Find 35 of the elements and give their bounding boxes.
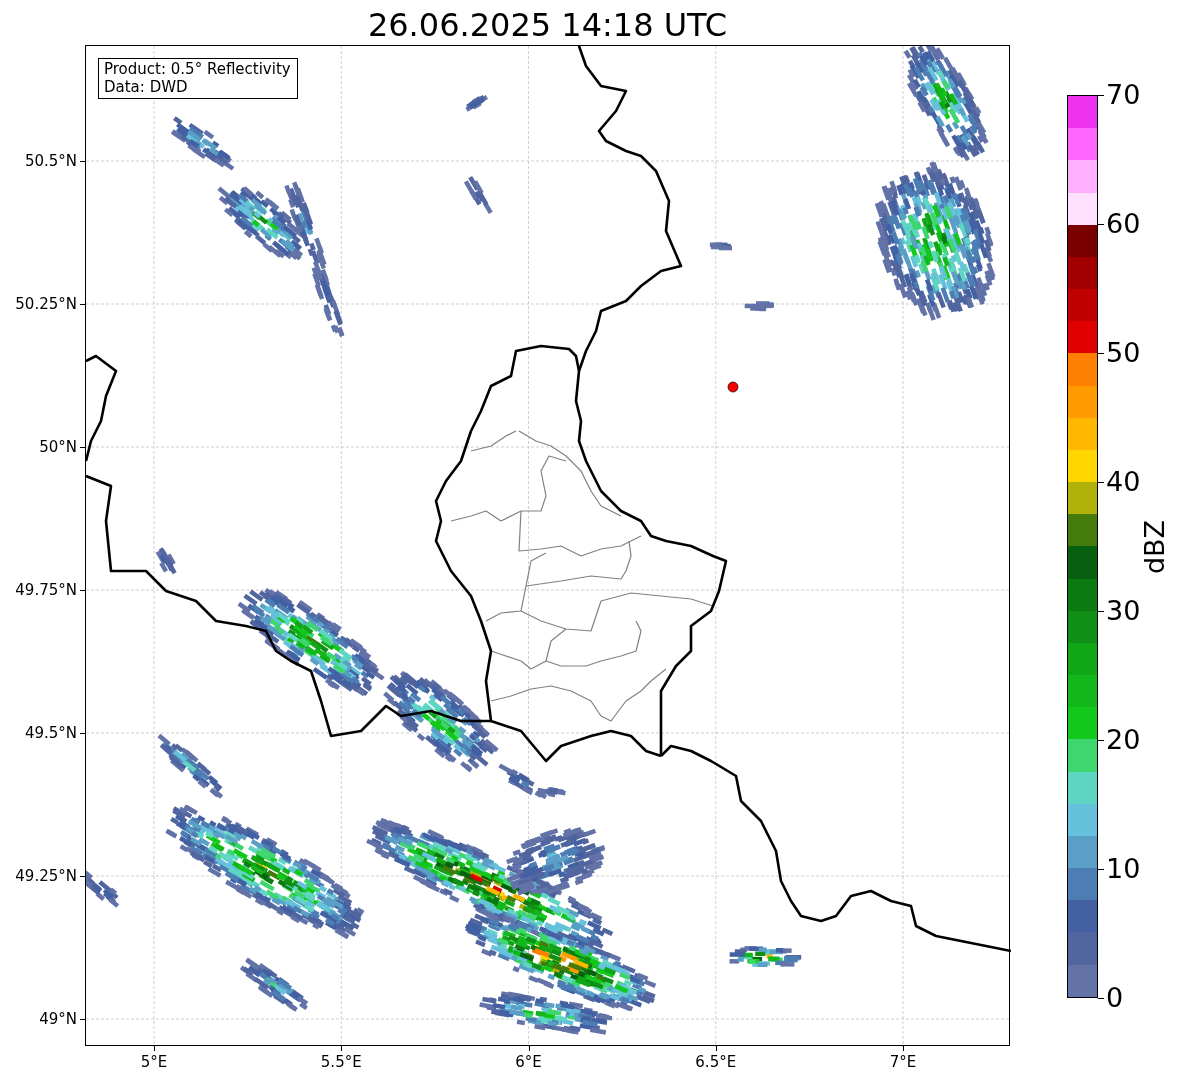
radar-echo bbox=[157, 733, 224, 799]
axis-tick-label: 6°E bbox=[515, 1053, 542, 1071]
colorbar-tick-label: 40 bbox=[1106, 467, 1141, 497]
colorbar-tick-label: 0 bbox=[1106, 983, 1124, 1013]
location-marker bbox=[727, 381, 739, 393]
tick-mark bbox=[1098, 997, 1104, 999]
axis-tick-label: 5.5°E bbox=[320, 1053, 362, 1071]
radar-echo bbox=[171, 116, 235, 171]
axis-tick-label: 49.75°N bbox=[15, 581, 77, 599]
colorbar-tick-label: 70 bbox=[1106, 80, 1141, 110]
colorbar-label: dBZ bbox=[1140, 519, 1170, 575]
axis-tick-label: 50.5°N bbox=[24, 152, 77, 170]
axis-tick-label: 7°E bbox=[889, 1053, 917, 1071]
info-text: Product: 0.5° Reflectivity bbox=[104, 60, 291, 78]
radar-echo bbox=[155, 547, 177, 575]
axis-tick-label: 49°N bbox=[39, 1010, 77, 1028]
axis-tick-label: 49.25°N bbox=[15, 867, 77, 885]
info-text: Data: DWD bbox=[104, 78, 189, 96]
colorbar-tick-label: 10 bbox=[1106, 854, 1141, 884]
colorbar-tick-label: 20 bbox=[1106, 725, 1141, 755]
axis-tick-label: 6.5°E bbox=[695, 1053, 737, 1071]
axis-tick-label: 5°E bbox=[140, 1053, 168, 1071]
axis-tick-label: 50°N bbox=[39, 438, 77, 456]
colorbar-tick-label: 60 bbox=[1106, 209, 1141, 239]
radar-echo bbox=[463, 175, 493, 215]
axis-tick-label: 50.25°N bbox=[15, 295, 77, 313]
radar-echo bbox=[239, 957, 309, 1012]
colorbar-tick-label: 30 bbox=[1106, 596, 1141, 626]
axis-tick-label: 49.5°N bbox=[24, 724, 77, 742]
radar-echo bbox=[744, 301, 774, 312]
radar-echo bbox=[86, 870, 120, 908]
radar-echo bbox=[465, 94, 488, 112]
chart-title: 26.06.2025 14:18 UTC bbox=[366, 5, 729, 45]
radar-echo bbox=[709, 242, 732, 251]
colorbar-tick-label: 50 bbox=[1106, 338, 1141, 368]
